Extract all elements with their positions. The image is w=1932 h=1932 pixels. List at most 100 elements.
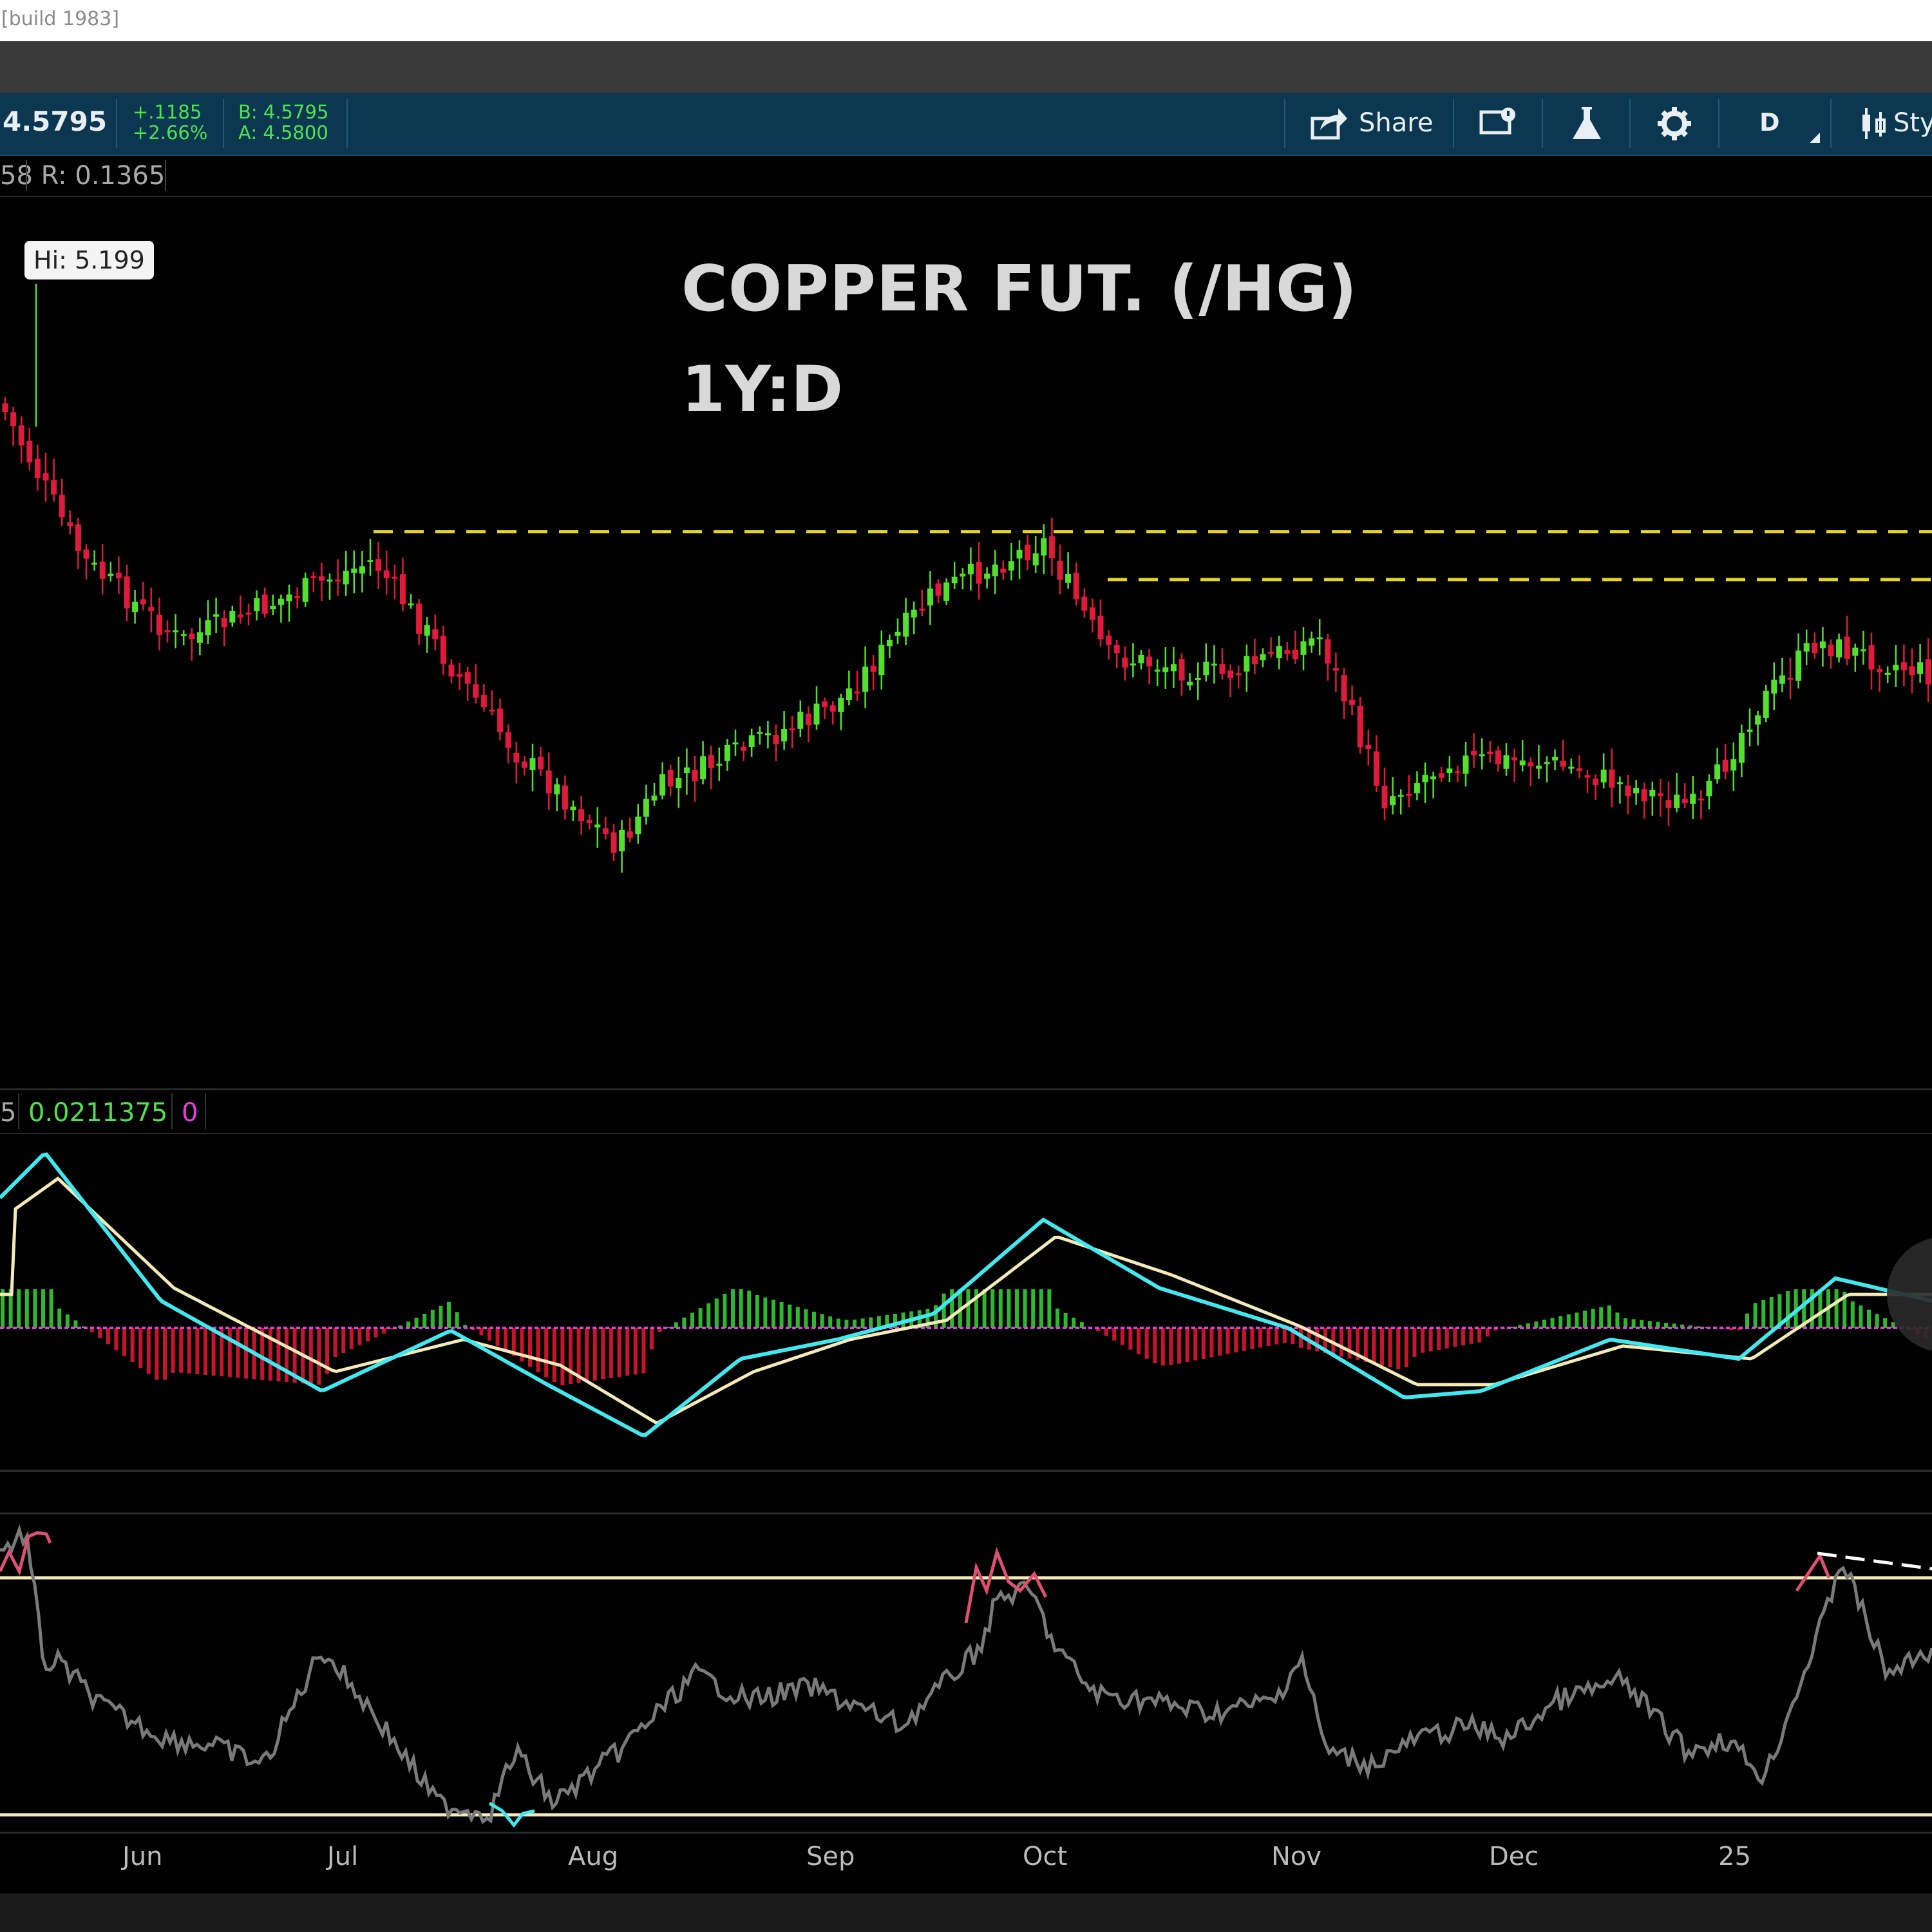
candle-down: [43, 473, 49, 481]
candle-down: [505, 732, 511, 748]
candle-up: [1552, 757, 1558, 761]
candle-up: [1852, 647, 1859, 656]
candle-down: [1381, 786, 1388, 809]
candle-down: [1000, 568, 1007, 573]
candle-down: [1812, 643, 1818, 654]
candle-up: [635, 816, 641, 835]
macd-bar-negative: [155, 1328, 159, 1380]
candle-down: [51, 480, 57, 495]
candle-up: [1690, 793, 1696, 804]
candle-up: [1779, 675, 1785, 684]
macd-bar-negative: [592, 1328, 597, 1381]
macd-value: 0.0211375: [28, 1098, 168, 1128]
zero-value: 0: [182, 1098, 198, 1128]
macd-bar-negative: [204, 1328, 207, 1375]
candle-up: [229, 611, 236, 623]
macd-bar-positive: [1834, 1289, 1839, 1328]
candle-down: [1219, 664, 1226, 674]
macd-bar-negative: [106, 1328, 110, 1345]
macd-bar-negative: [146, 1328, 151, 1374]
candle-down: [1048, 536, 1055, 558]
macd-bar-positive: [706, 1303, 711, 1328]
candle-up: [1730, 759, 1737, 771]
candle-down: [237, 614, 243, 618]
resistance-lines: [374, 530, 1932, 582]
macd-bar-positive: [1883, 1318, 1888, 1328]
candle-up: [570, 806, 576, 811]
macd-bar-positive: [1591, 1309, 1595, 1328]
candle-up: [1600, 770, 1607, 783]
candle-up: [651, 795, 658, 801]
macd-bar-positive: [1575, 1312, 1579, 1328]
macd-bar-negative: [504, 1328, 508, 1351]
candle-down: [854, 691, 860, 694]
macd-bar-positive: [1769, 1297, 1774, 1328]
candle-up: [911, 609, 917, 618]
candle-up: [594, 824, 601, 828]
macd-bar-positive: [33, 1289, 37, 1328]
macd-bar-negative: [1218, 1328, 1222, 1356]
macd-bar-positive: [1007, 1289, 1011, 1328]
x-axis-label: Jun: [122, 1842, 163, 1871]
candle-down: [318, 576, 325, 581]
candle-down: [1089, 607, 1095, 620]
candle-up: [327, 579, 333, 582]
candle-down: [935, 583, 942, 596]
macd-value-line: [0, 1152, 1932, 1437]
candle-up: [254, 598, 260, 612]
candle-down: [1146, 656, 1153, 667]
candle-up: [343, 571, 349, 585]
candle-up: [1211, 663, 1217, 666]
macd-bar-negative: [1153, 1328, 1157, 1363]
candle-down: [1251, 656, 1258, 665]
macd-bar-positive: [1583, 1311, 1587, 1328]
candle-down: [1113, 645, 1120, 653]
candle-down: [773, 735, 779, 744]
candle-down: [1584, 775, 1591, 778]
candle-down: [1357, 706, 1363, 748]
candle-down: [115, 573, 122, 578]
candle-up: [302, 578, 308, 602]
candle-down: [1665, 800, 1672, 808]
candle-down: [10, 412, 17, 426]
x-axis-label: Oct: [1023, 1842, 1068, 1871]
candle-down: [1560, 761, 1566, 767]
macd-bar-positive: [1550, 1318, 1555, 1328]
macd-bar-positive: [1607, 1305, 1611, 1328]
macd-bar-negative: [1372, 1328, 1376, 1364]
macd-bar-positive: [1558, 1316, 1563, 1328]
macd-bar-negative: [585, 1328, 589, 1382]
candle-down: [521, 761, 527, 768]
macd-bar-negative: [236, 1328, 240, 1378]
macd-bar-positive: [49, 1289, 53, 1328]
candle-down: [375, 559, 382, 571]
macd-bar-negative: [1160, 1328, 1165, 1366]
macd-bar-negative: [1258, 1328, 1262, 1348]
macd-bar-positive: [714, 1298, 719, 1328]
candle-up: [643, 799, 649, 817]
candle-down: [1097, 616, 1104, 639]
candle-down: [164, 630, 171, 632]
macd-bar-negative: [1469, 1328, 1473, 1344]
candle-down: [245, 612, 252, 615]
candle-up: [846, 688, 852, 701]
candle-down: [1625, 785, 1631, 797]
candle-up: [1616, 782, 1623, 784]
candle-up: [1032, 553, 1039, 565]
macd-bar-positive: [1818, 1289, 1823, 1328]
candle-down: [294, 596, 301, 598]
study-values-bar: 5 0.0211375 0: [0, 1088, 1932, 1134]
candle-up: [1755, 715, 1761, 725]
macd-bar-positive: [820, 1314, 824, 1328]
candle-up: [1309, 638, 1315, 646]
candle-down: [489, 709, 495, 712]
macd-bar-negative: [1193, 1328, 1198, 1361]
macd-bar-positive: [755, 1294, 759, 1328]
candle-up: [683, 767, 690, 773]
macd-bar-negative: [179, 1328, 184, 1373]
macd-bar-negative: [317, 1328, 321, 1385]
candle-up: [748, 735, 755, 747]
macd-bar-negative: [560, 1328, 565, 1385]
candle-up: [359, 566, 365, 574]
candle-down: [1438, 773, 1444, 778]
